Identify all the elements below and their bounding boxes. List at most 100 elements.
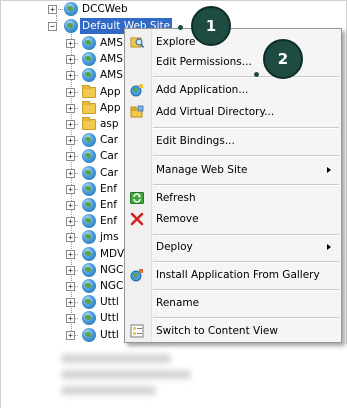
tree-node-child[interactable]: + App (1, 84, 124, 101)
globe-icon (64, 2, 78, 16)
tree-node-label: AMS (100, 53, 123, 66)
collapse-minus-icon[interactable]: − (48, 22, 57, 31)
menu-separator (153, 261, 339, 263)
add-virtual-directory-icon (130, 105, 144, 118)
add-application-icon (130, 84, 143, 97)
globe-icon (82, 214, 96, 229)
menu-separator (153, 234, 339, 236)
menu-item-rename[interactable]: Rename (125, 293, 341, 313)
expand-plus-icon[interactable]: + (66, 184, 75, 194)
tree-node-child[interactable]: + NGC (1, 278, 124, 295)
menu-item-label: Install Application From Gallery (156, 269, 320, 281)
tree-node-child[interactable]: + NGC (1, 262, 124, 279)
menu-item-refresh[interactable]: Refresh (125, 188, 341, 208)
content-view-icon (130, 324, 144, 338)
menu-item-label: Remove (156, 213, 199, 225)
gallery-icon (130, 269, 143, 282)
globe-icon (82, 327, 96, 342)
menu-separator (153, 289, 339, 291)
menu-item-label: Add Application... (156, 84, 249, 96)
submenu-arrow-icon (327, 167, 331, 173)
menu-item-add-virtual-directory[interactable]: Add Virtual Directory... (125, 102, 341, 122)
tree-node-label: NGC (100, 263, 124, 276)
menu-item-label: Add Virtual Directory... (156, 106, 275, 118)
tree-node-child[interactable]: + App (1, 100, 124, 117)
blurred-text (61, 386, 156, 395)
tree-node-label: App (100, 85, 121, 98)
expand-plus-icon[interactable]: + (66, 282, 75, 291)
expand-plus-icon[interactable]: + (66, 71, 75, 81)
menu-item-label: Manage Web Site (156, 164, 248, 176)
tree-node-child[interactable]: + Enf (1, 181, 124, 198)
menu-item-label: Deploy (156, 241, 193, 253)
menu-item-explore[interactable]: Explore (125, 32, 341, 52)
expand-plus-icon[interactable]: + (48, 5, 57, 14)
menu-item-edit-bindings[interactable]: Edit Bindings... (125, 131, 341, 151)
menu-item-install-from-gallery[interactable]: Install Application From Gallery (125, 265, 341, 285)
globe-icon (82, 262, 96, 277)
tree-node-label: App (100, 101, 121, 114)
menu-item-add-application[interactable]: Add Application... (125, 80, 341, 100)
menu-separator (153, 155, 339, 157)
expand-plus-icon[interactable]: + (66, 314, 75, 324)
callout-number: 1 (205, 17, 217, 35)
menu-separator (153, 184, 339, 186)
tree-node-child[interactable]: + Uttl (1, 294, 124, 311)
tree-node-label: Enf (100, 215, 117, 228)
expand-plus-icon[interactable]: + (66, 136, 75, 146)
tree-node-child[interactable]: + Enf (1, 213, 124, 230)
expand-plus-icon[interactable]: + (66, 249, 75, 259)
expand-plus-icon[interactable]: + (66, 298, 75, 308)
callout-number: 2 (277, 50, 289, 68)
expand-plus-icon[interactable]: + (66, 330, 75, 340)
folder-icon (82, 117, 96, 130)
expand-plus-icon[interactable]: + (66, 55, 75, 65)
tree-node-child[interactable]: + Uttl (1, 327, 124, 344)
menu-item-manage-web-site[interactable]: Manage Web Site (125, 160, 341, 180)
tree-node-dccweb[interactable]: + DCCWeb (1, 1, 201, 18)
callout-pointer-dot (178, 25, 183, 30)
expand-plus-icon[interactable]: + (66, 120, 75, 129)
tree-node-label: Car (100, 150, 119, 163)
blurred-region (1, 344, 347, 409)
tree-node-label: DCCWeb (82, 3, 128, 15)
menu-separator (153, 127, 339, 129)
expand-plus-icon[interactable]: + (66, 39, 75, 48)
blurred-text (61, 370, 191, 379)
tree-node-child[interactable]: + Car (1, 165, 124, 182)
tree-node-child[interactable]: + AMS (1, 67, 124, 84)
submenu-arrow-icon (327, 244, 331, 250)
globe-icon (82, 165, 96, 180)
menu-item-label: Switch to Content View (156, 325, 278, 337)
expand-plus-icon[interactable]: + (66, 201, 75, 210)
expand-plus-icon[interactable]: + (66, 168, 75, 178)
menu-item-switch-content-view[interactable]: Switch to Content View (125, 321, 341, 341)
expand-plus-icon[interactable]: + (66, 265, 75, 275)
tree-node-child[interactable]: + jms (1, 229, 124, 246)
globe-icon (82, 230, 96, 245)
tree-node-child[interactable]: + MDV (1, 246, 124, 263)
tree-node-child[interactable]: + Car (1, 132, 124, 149)
blurred-text (61, 354, 171, 363)
tree-node-child[interactable]: + Enf (1, 197, 124, 214)
menu-item-edit-permissions[interactable]: Edit Permissions... (125, 52, 341, 72)
tree-node-label: NGC (100, 280, 124, 292)
tree-node-child[interactable]: + Car (1, 148, 124, 165)
expand-plus-icon[interactable]: + (66, 217, 75, 227)
menu-separator (153, 317, 339, 319)
tree-node-child[interactable]: + Uttl (1, 310, 124, 327)
expand-plus-icon[interactable]: + (66, 152, 75, 162)
tree-node-label: Enf (100, 199, 117, 211)
tree-node-label: Car (100, 166, 119, 179)
menu-item-deploy[interactable]: Deploy (125, 237, 341, 257)
expand-plus-icon[interactable]: + (66, 233, 75, 243)
tree-node-child[interactable]: + asp (1, 116, 124, 133)
tree-node-child[interactable]: + AMS (1, 35, 124, 52)
globe-icon (82, 279, 96, 293)
tree-node-child[interactable]: + AMS (1, 51, 124, 68)
menu-item-remove[interactable]: Remove (125, 209, 341, 229)
expand-plus-icon[interactable]: + (66, 87, 75, 97)
expand-plus-icon[interactable]: + (66, 103, 75, 113)
tree-node-label: Uttl (100, 296, 119, 309)
globe-icon (82, 52, 96, 67)
